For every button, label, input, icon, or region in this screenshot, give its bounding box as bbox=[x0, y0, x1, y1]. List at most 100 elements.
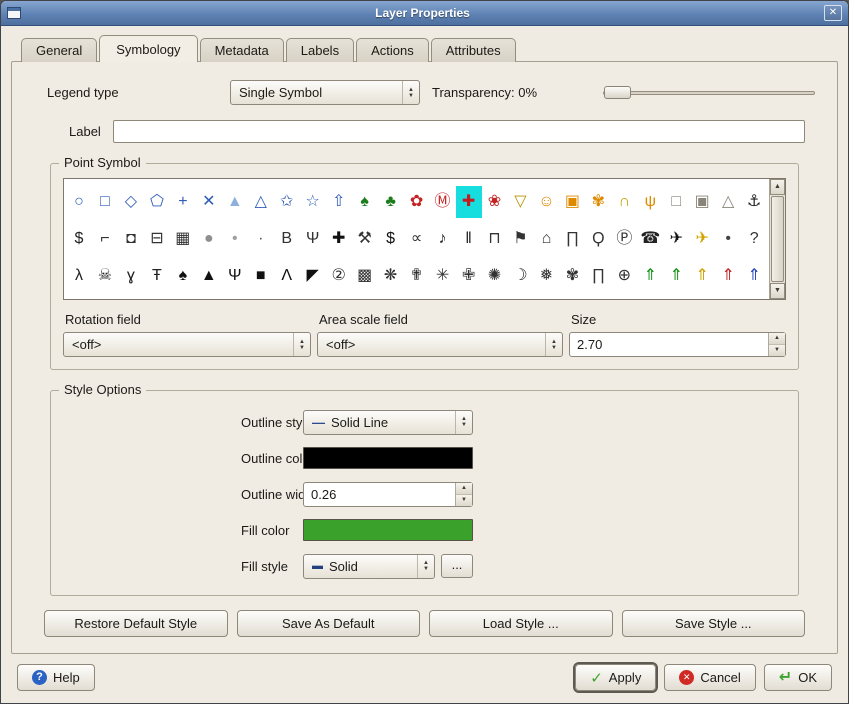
apply-button[interactable]: ✓ Apply bbox=[575, 664, 656, 691]
skull-crossbones-icon[interactable]: ☠ bbox=[92, 260, 118, 292]
red-cross-icon[interactable]: ✚ bbox=[456, 186, 482, 218]
tools-icon[interactable]: ⚒ bbox=[352, 223, 378, 255]
padlock-icon[interactable]: ∩ bbox=[611, 186, 637, 218]
gray-triangle-icon[interactable]: △ bbox=[715, 186, 741, 218]
flower-rosette-icon[interactable]: ❀ bbox=[482, 186, 508, 218]
conifer-tree-icon[interactable]: ♠ bbox=[352, 186, 378, 218]
sphere-icon[interactable]: ● bbox=[196, 223, 222, 255]
size-up-button[interactable]: ▲ bbox=[769, 333, 785, 345]
medical-cross-icon[interactable]: ✚ bbox=[326, 223, 352, 255]
arrow-circle-yellow-icon[interactable]: ⇑ bbox=[689, 260, 715, 292]
parking-icon[interactable]: Ⓟ bbox=[611, 223, 637, 255]
size-spinbox[interactable]: 2.70 ▲▼ bbox=[569, 332, 786, 357]
b-droplet-icon[interactable]: B bbox=[274, 223, 300, 255]
slider-handle[interactable] bbox=[604, 86, 631, 99]
tree-black-icon[interactable]: ♠ bbox=[170, 260, 196, 292]
flower-icon[interactable]: ✿ bbox=[404, 186, 430, 218]
scroll-down-button[interactable]: ▼ bbox=[770, 283, 785, 299]
handgun-icon[interactable]: ⌐ bbox=[92, 223, 118, 255]
car-icon[interactable]: ⊟ bbox=[144, 223, 170, 255]
cross-outline-icon[interactable]: ✙ bbox=[456, 260, 482, 292]
outline-width-spinbox[interactable]: 0.26 ▲▼ bbox=[303, 482, 473, 507]
golf-flag-icon[interactable]: ⚑ bbox=[507, 223, 533, 255]
square-marker-icon[interactable]: □ bbox=[92, 186, 118, 218]
triangle-marker-icon[interactable]: △ bbox=[248, 186, 274, 218]
tab-labels[interactable]: Labels bbox=[286, 38, 354, 62]
titlebar[interactable]: Layer Properties ✕ bbox=[1, 1, 848, 26]
tab-general[interactable]: General bbox=[21, 38, 97, 62]
fuel-pump-icon[interactable]: ⊓ bbox=[482, 223, 508, 255]
small-dot-icon[interactable]: • bbox=[715, 223, 741, 255]
plus-marker-icon[interactable]: + bbox=[170, 186, 196, 218]
snowflake-circle-icon[interactable]: ❅ bbox=[533, 260, 559, 292]
goblet-icon[interactable]: ▽ bbox=[507, 186, 533, 218]
skier-icon[interactable]: λ bbox=[66, 260, 92, 292]
label-input[interactable] bbox=[113, 120, 805, 143]
gear-icon[interactable]: ❋ bbox=[378, 260, 404, 292]
music-note-icon[interactable]: ♪ bbox=[430, 223, 456, 255]
airplane-icon[interactable]: ✈ bbox=[663, 223, 689, 255]
close-button[interactable]: ✕ bbox=[824, 5, 842, 21]
building-icon[interactable]: ▦ bbox=[170, 223, 196, 255]
cross-x-marker-icon[interactable]: ✕ bbox=[196, 186, 222, 218]
arrow-circle-green2-icon[interactable]: ⇑ bbox=[663, 260, 689, 292]
deciduous-tree-icon[interactable]: ♣ bbox=[378, 186, 404, 218]
m-circle-icon[interactable]: Ⓜ bbox=[430, 186, 456, 218]
star-marker-icon[interactable]: ☆ bbox=[300, 186, 326, 218]
sun-gear-icon[interactable]: ✺ bbox=[482, 260, 508, 292]
arrow-circle-blue-icon[interactable]: ⇑ bbox=[741, 260, 767, 292]
tab-symbology[interactable]: Symbology bbox=[99, 35, 197, 62]
circle-marker-icon[interactable]: ○ bbox=[66, 186, 92, 218]
help-button[interactable]: ? Help bbox=[17, 664, 95, 691]
cross-shield-icon[interactable]: ✟ bbox=[404, 260, 430, 292]
hang-glider-icon[interactable]: Ŧ bbox=[144, 260, 170, 292]
triangle-filled-marker-icon[interactable]: ▲ bbox=[222, 186, 248, 218]
restore-default-style-button[interactable]: Restore Default Style bbox=[44, 610, 228, 637]
load-style-button[interactable]: Load Style ... bbox=[429, 610, 613, 637]
size-down-button[interactable]: ▼ bbox=[769, 345, 785, 356]
bank-icon[interactable]: ∏ bbox=[559, 223, 585, 255]
pickaxe-icon[interactable]: Λ bbox=[274, 260, 300, 292]
outline-width-down-button[interactable]: ▼ bbox=[456, 495, 472, 506]
legend-type-combo[interactable]: Single Symbol ▲▼ bbox=[230, 80, 420, 105]
cross-country-skier-icon[interactable]: ɣ bbox=[118, 260, 144, 292]
question-box-icon[interactable]: ? bbox=[741, 223, 767, 255]
tab-attributes[interactable]: Attributes bbox=[431, 38, 516, 62]
black-square-icon[interactable]: ■ bbox=[248, 260, 274, 292]
tab-actions[interactable]: Actions bbox=[356, 38, 429, 62]
arrow-up-marker-icon[interactable]: ⇧ bbox=[326, 186, 352, 218]
outline-style-combo[interactable]: — Solid Line ▲▼ bbox=[303, 410, 473, 435]
dot-icon[interactable]: · bbox=[248, 223, 274, 255]
telephone-icon[interactable]: ☎ bbox=[637, 223, 663, 255]
ok-button[interactable]: ↵ OK bbox=[764, 664, 832, 691]
fill-style-combo[interactable]: ▬ Solid ▲▼ bbox=[303, 554, 435, 579]
smiley-icon[interactable]: ☺ bbox=[533, 186, 559, 218]
fish-icon[interactable]: ∝ bbox=[404, 223, 430, 255]
photo-frame-icon[interactable]: ▣ bbox=[559, 186, 585, 218]
pedestrian-icon[interactable]: Ψ bbox=[222, 260, 248, 292]
scroll-thumb[interactable] bbox=[771, 196, 784, 282]
anchor-icon[interactable]: ⚓ bbox=[741, 186, 767, 218]
dollar-bold-icon[interactable]: $ bbox=[378, 223, 404, 255]
house-icon[interactable]: ⌂ bbox=[533, 223, 559, 255]
crescent-moon-icon[interactable]: ☽ bbox=[507, 260, 533, 292]
number-2-circle-icon[interactable]: ② bbox=[326, 260, 352, 292]
arrow-circle-red-icon[interactable]: ⇑ bbox=[715, 260, 741, 292]
boxed-square-icon[interactable]: ▣ bbox=[689, 186, 715, 218]
cancel-button[interactable]: ✕ Cancel bbox=[664, 664, 755, 691]
pentagon-marker-icon[interactable]: ⬠ bbox=[144, 186, 170, 218]
airplane-yellow-icon[interactable]: ✈ bbox=[689, 223, 715, 255]
crosshair-icon[interactable]: ⊕ bbox=[611, 260, 637, 292]
plant-circle-icon[interactable]: ✾ bbox=[559, 260, 585, 292]
transit-building-icon[interactable]: ▩ bbox=[352, 260, 378, 292]
pine-tree-icon[interactable]: ▲ bbox=[196, 260, 222, 292]
fill-style-browse-button[interactable]: ... bbox=[441, 554, 473, 578]
camera-icon[interactable]: ◘ bbox=[118, 223, 144, 255]
asterisk-gear-icon[interactable]: ✳ bbox=[430, 260, 456, 292]
tab-metadata[interactable]: Metadata bbox=[200, 38, 284, 62]
arrow-circle-green-icon[interactable]: ⇑ bbox=[637, 260, 663, 292]
save-as-default-button[interactable]: Save As Default bbox=[237, 610, 421, 637]
symbol-scrollbar[interactable]: ▲ ▼ bbox=[769, 179, 785, 299]
rotation-field-combo[interactable]: <off> ▲▼ bbox=[63, 332, 311, 357]
cutlery-icon[interactable]: ‖ bbox=[456, 223, 482, 255]
